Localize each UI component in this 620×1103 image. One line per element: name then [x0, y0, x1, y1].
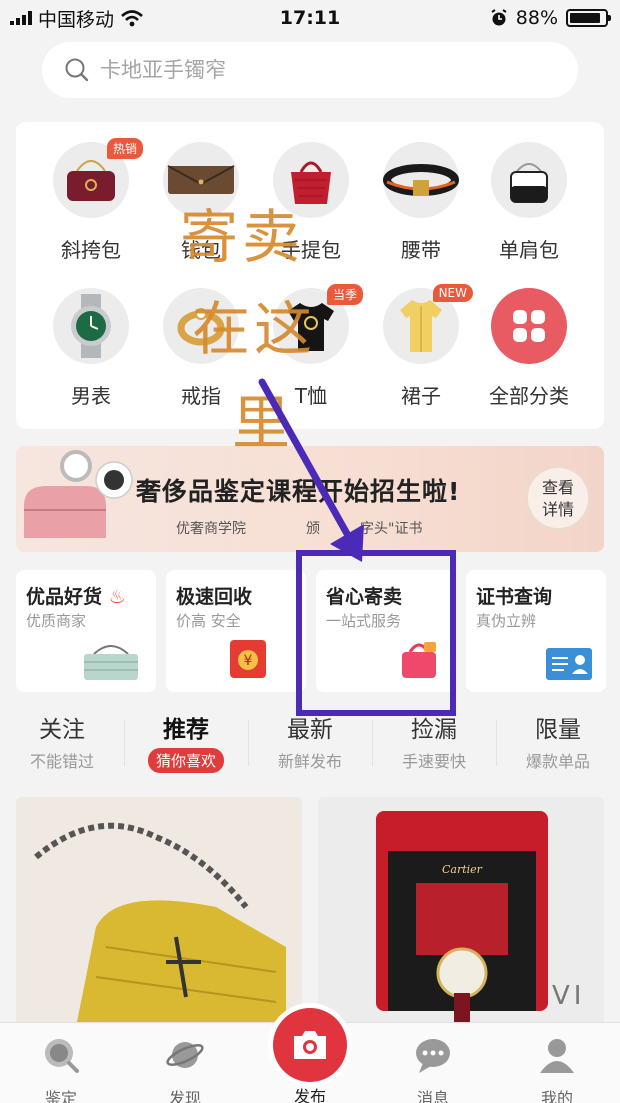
highlight-box: [296, 550, 456, 716]
